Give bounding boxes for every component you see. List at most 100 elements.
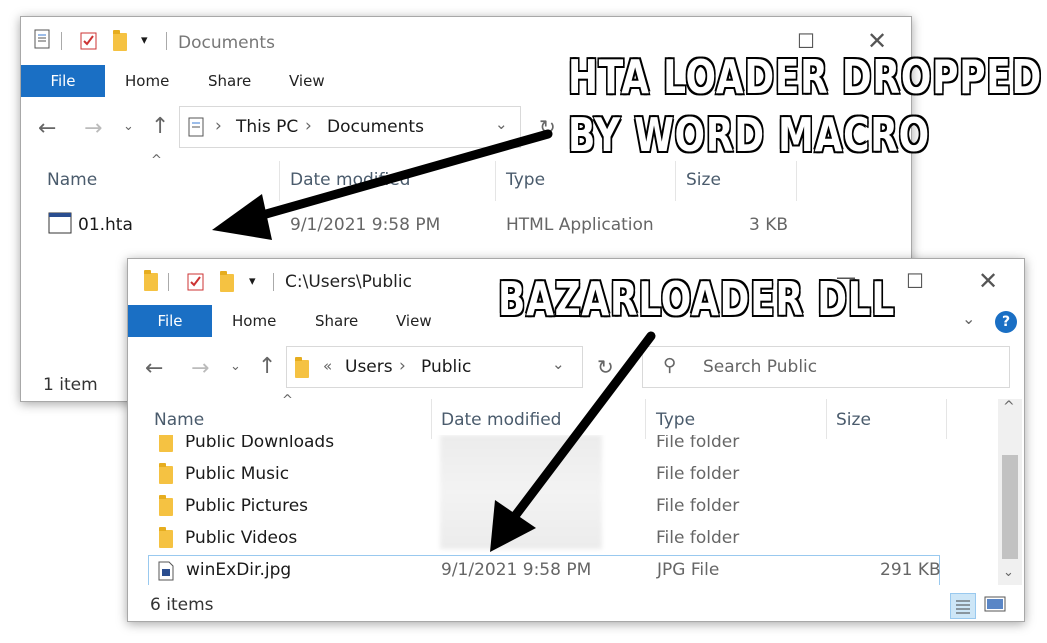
- file-type: File folder: [656, 435, 740, 452]
- file-type: HTML Application: [506, 215, 654, 235]
- search-input[interactable]: Search Public: [703, 357, 817, 377]
- address-bar[interactable]: « Users › Public ⌄: [286, 346, 583, 388]
- caption-dll: BAZARLOADER DLL: [497, 272, 896, 326]
- tab-file[interactable]: File: [21, 65, 105, 97]
- tab-view[interactable]: View: [396, 305, 432, 337]
- file-type: File folder: [656, 464, 740, 484]
- breadcrumb-public[interactable]: Public: [421, 357, 471, 377]
- file-name: Public Downloads: [185, 435, 335, 452]
- file-date: 9/1/2021 9:58 PM: [290, 215, 441, 235]
- chevron-right-icon: ›: [399, 356, 406, 376]
- list-item[interactable]: Public Videos File folder: [148, 524, 968, 554]
- chevron-down-icon[interactable]: ▾: [141, 33, 148, 48]
- address-dropdown-icon[interactable]: ⌄: [495, 115, 508, 133]
- tab-home[interactable]: Home: [125, 65, 169, 97]
- forward-icon[interactable]: →: [84, 116, 102, 141]
- tab-home[interactable]: Home: [232, 305, 276, 337]
- maximize-icon[interactable]: ☐: [906, 269, 924, 293]
- file-name: winExDir.jpg: [186, 560, 292, 580]
- file-name: Public Music: [185, 464, 290, 484]
- checkmark-icon[interactable]: [187, 272, 204, 291]
- breadcrumb-overflow[interactable]: «: [323, 357, 332, 375]
- large-icons-view-icon[interactable]: [984, 595, 1006, 619]
- list-item-selected[interactable]: winExDir.jpg 9/1/2021 9:58 PM JPG File 2…: [148, 555, 941, 585]
- window-title: C:\Users\Public: [285, 272, 412, 292]
- column-divider[interactable]: [675, 161, 676, 201]
- column-divider[interactable]: [826, 399, 827, 439]
- scroll-thumb[interactable]: [1002, 455, 1018, 559]
- back-icon[interactable]: ←: [145, 356, 163, 381]
- folder-icon: [144, 270, 158, 291]
- toolbar-separator: [273, 273, 274, 291]
- help-icon[interactable]: ?: [995, 311, 1017, 333]
- status-item-count: 1 item: [43, 375, 98, 395]
- column-name[interactable]: Name: [47, 170, 97, 190]
- column-type[interactable]: Type: [506, 170, 545, 190]
- refresh-icon[interactable]: ↻: [539, 115, 556, 139]
- column-size[interactable]: Size: [686, 170, 721, 190]
- folder-icon: [159, 527, 173, 548]
- list-item[interactable]: Public Pictures File folder: [148, 492, 968, 522]
- checkmark-icon[interactable]: [80, 31, 97, 50]
- back-icon[interactable]: ←: [38, 116, 56, 141]
- caption-hta-line2: BY WORD MACRO: [567, 108, 930, 162]
- file-size: 291 KB: [880, 560, 941, 580]
- file-type: JPG File: [657, 560, 720, 580]
- folder-icon: [159, 463, 173, 484]
- image-file-icon: [158, 561, 174, 585]
- up-icon[interactable]: ↑: [258, 354, 276, 379]
- breadcrumb-this-pc[interactable]: This PC: [236, 117, 298, 137]
- details-view-icon[interactable]: [950, 593, 976, 619]
- sort-indicator-icon: ^: [151, 153, 162, 168]
- refresh-icon[interactable]: ↻: [597, 355, 614, 379]
- search-icon: ⚲: [663, 355, 677, 376]
- column-divider[interactable]: [279, 161, 280, 201]
- table-row[interactable]: 01.hta 9/1/2021 9:58 PM HTML Application…: [41, 207, 821, 241]
- folder-icon[interactable]: [220, 271, 234, 292]
- properties-icon[interactable]: [34, 29, 50, 49]
- chevron-right-icon: ›: [305, 116, 312, 136]
- breadcrumb-documents[interactable]: Documents: [327, 117, 424, 137]
- forward-icon[interactable]: →: [191, 356, 209, 381]
- column-divider[interactable]: [645, 399, 646, 439]
- vertical-scrollbar[interactable]: ^ ⌄: [998, 399, 1022, 585]
- recent-locations-icon[interactable]: ⌄: [230, 359, 241, 374]
- column-date[interactable]: Date modified: [441, 410, 561, 430]
- caption-hta-line1: HTA LOADER DROPPED: [567, 50, 1043, 104]
- column-divider[interactable]: [946, 399, 947, 439]
- column-type[interactable]: Type: [656, 410, 695, 430]
- file-list: Public Downloads File folder Public Musi…: [128, 435, 996, 585]
- recent-locations-icon[interactable]: ⌄: [123, 119, 134, 134]
- this-pc-icon: [188, 117, 204, 141]
- address-bar[interactable]: › This PC › Documents ⌄: [179, 106, 521, 148]
- file-name: Public Videos: [185, 528, 298, 548]
- column-divider[interactable]: [796, 161, 797, 201]
- column-name[interactable]: Name: [154, 410, 204, 430]
- file-name: 01.hta: [78, 215, 133, 235]
- scroll-up-icon[interactable]: ^: [1003, 399, 1015, 415]
- expand-ribbon-icon[interactable]: ⌄: [962, 309, 975, 328]
- breadcrumb-users[interactable]: Users: [345, 357, 393, 377]
- toolbar-separator: [168, 273, 169, 291]
- search-box[interactable]: ⚲ Search Public: [642, 346, 1010, 388]
- column-divider[interactable]: [431, 399, 432, 439]
- folder-icon: [295, 357, 309, 378]
- list-item[interactable]: Public Downloads File folder: [148, 435, 968, 458]
- folder-icon: [159, 495, 173, 516]
- column-date[interactable]: Date modified: [290, 170, 410, 190]
- file-type: File folder: [656, 496, 740, 516]
- folder-icon[interactable]: [113, 30, 127, 51]
- address-dropdown-icon[interactable]: ⌄: [552, 355, 565, 373]
- close-icon[interactable]: ✕: [978, 267, 998, 295]
- column-size[interactable]: Size: [836, 410, 871, 430]
- window-title: Documents: [178, 33, 275, 53]
- tab-view[interactable]: View: [289, 65, 325, 97]
- chevron-down-icon[interactable]: ▾: [249, 274, 256, 289]
- tab-share[interactable]: Share: [315, 305, 358, 337]
- scroll-down-icon[interactable]: ⌄: [1003, 565, 1014, 580]
- up-icon[interactable]: ↑: [151, 114, 169, 139]
- tab-file[interactable]: File: [128, 305, 212, 337]
- list-item[interactable]: Public Music File folder: [148, 460, 968, 490]
- column-divider[interactable]: [495, 161, 496, 201]
- tab-share[interactable]: Share: [208, 65, 251, 97]
